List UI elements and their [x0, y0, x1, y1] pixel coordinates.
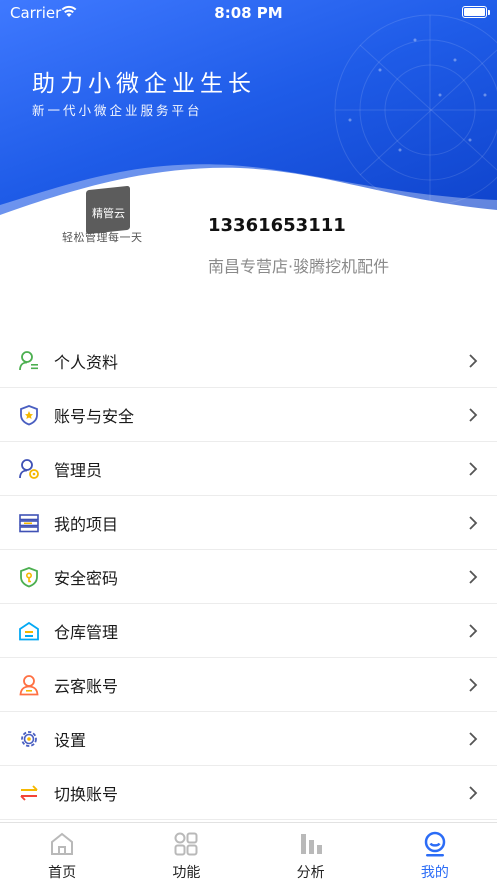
store-name: 南昌专营店·骏腾挖机配件 — [208, 257, 390, 276]
settings-menu: 个人资料 账号与安全 管理员 我的项目 安全密码 仓库管理 云客账号 设置 切换… — [0, 334, 497, 820]
tab-label: 首页 — [48, 865, 77, 881]
switch-arrows-icon — [18, 782, 40, 804]
home-icon — [51, 832, 74, 855]
menu-item-label: 我的项目 — [54, 514, 119, 534]
status-time: 8:08 PM — [214, 4, 283, 22]
menu-item-projects[interactable]: 我的项目 — [0, 496, 497, 550]
logo-slogan: 轻松管理每一天 — [62, 231, 143, 244]
app-logo-text: 精管云 — [91, 207, 125, 220]
chevron-right-icon — [469, 732, 478, 746]
chevron-right-icon — [469, 786, 478, 800]
chevron-right-icon — [469, 570, 478, 584]
menu-item-profile[interactable]: 个人资料 — [0, 334, 497, 388]
chevron-right-icon — [469, 678, 478, 692]
grid-icon — [174, 832, 198, 856]
shield-icon — [18, 404, 40, 426]
admin-user-icon — [18, 458, 40, 480]
menu-item-label: 安全密码 — [54, 568, 119, 588]
tab-label: 功能 — [172, 865, 201, 881]
tab-home[interactable]: 首页 — [0, 823, 124, 883]
me-icon — [424, 831, 446, 857]
menu-item-label: 个人资料 — [54, 352, 119, 372]
menu-item-label: 云客账号 — [54, 676, 119, 696]
banner-subline: 新一代小微企业服务平台 — [32, 103, 203, 118]
tab-me[interactable]: 我的 — [373, 823, 497, 883]
menu-item-cloud-customer[interactable]: 云客账号 — [0, 658, 497, 712]
customer-icon — [18, 674, 40, 696]
tab-analysis[interactable]: 分析 — [249, 823, 373, 883]
banner-wave — [0, 14, 497, 250]
shield-key-icon — [18, 566, 40, 588]
warehouse-icon — [18, 620, 40, 642]
server-stack-icon — [18, 512, 40, 534]
banner-headline: 助力小微企业生长 — [32, 71, 256, 97]
chevron-right-icon — [469, 624, 478, 638]
gear-icon — [18, 728, 40, 750]
menu-item-security-password[interactable]: 安全密码 — [0, 550, 497, 604]
app-logo: 精管云 — [86, 185, 130, 235]
chevron-right-icon — [469, 516, 478, 530]
menu-item-warehouse[interactable]: 仓库管理 — [0, 604, 497, 658]
person-profile-icon — [18, 350, 40, 372]
menu-item-label: 设置 — [54, 730, 87, 750]
menu-item-label: 管理员 — [54, 460, 103, 480]
menu-item-label: 切换账号 — [54, 784, 119, 804]
tab-label: 分析 — [296, 865, 325, 881]
header-banner: Carrier 8:08 PM 助力小微企业生长 新一代小微企业服务平台 — [0, 0, 497, 250]
tab-label: 我的 — [420, 865, 449, 881]
menu-item-settings[interactable]: 设置 — [0, 712, 497, 766]
bottom-tab-bar: 首页 功能 分析 我的 — [0, 822, 497, 883]
menu-item-admin[interactable]: 管理员 — [0, 442, 497, 496]
user-phone: 13361653111 — [208, 215, 346, 236]
tab-features[interactable]: 功能 — [124, 823, 248, 883]
menu-item-label: 账号与安全 — [54, 406, 135, 426]
menu-item-account-security[interactable]: 账号与安全 — [0, 388, 497, 442]
battery-icon — [462, 6, 490, 18]
status-bar: Carrier 8:08 PM — [0, 0, 497, 26]
bar-chart-icon — [300, 834, 322, 854]
chevron-right-icon — [469, 462, 478, 476]
chevron-right-icon — [469, 408, 478, 422]
menu-item-switch-account[interactable]: 切换账号 — [0, 766, 497, 820]
menu-item-label: 仓库管理 — [54, 622, 119, 642]
chevron-right-icon — [469, 354, 478, 368]
